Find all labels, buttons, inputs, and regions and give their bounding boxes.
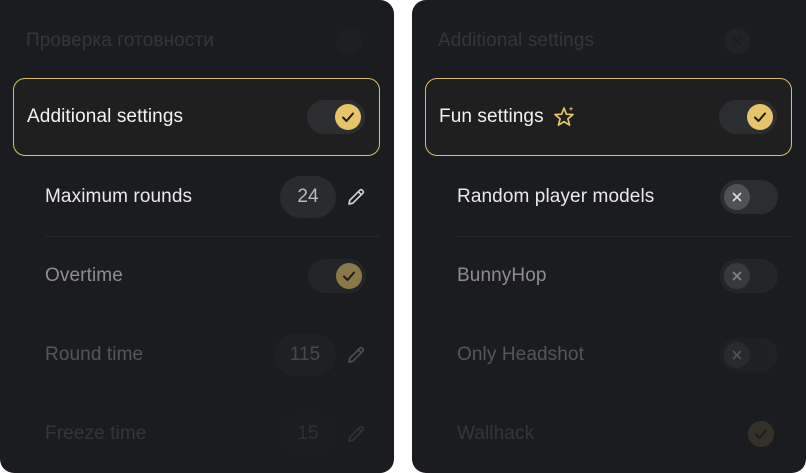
only-headshot-label: Only Headshot xyxy=(457,344,584,365)
left-settings-panel: Проверка готовности Additional settings … xyxy=(0,0,394,473)
overtime-label: Overtime xyxy=(45,265,123,286)
wallhack-row: Wallhack xyxy=(425,395,792,473)
additional-settings-faded-toggle[interactable] xyxy=(720,24,778,58)
only-headshot-row: Only Headshot xyxy=(425,316,792,394)
wallhack-label: Wallhack xyxy=(457,423,535,444)
close-icon xyxy=(724,342,750,368)
only-headshot-toggle[interactable] xyxy=(720,338,778,372)
sparkle-star-icon xyxy=(552,105,576,129)
additional-settings-toggle[interactable] xyxy=(307,100,365,134)
freeze-time-value[interactable]: 15 xyxy=(280,413,336,455)
freeze-time-label: Freeze time xyxy=(45,423,147,444)
maximum-rounds-label: Maximum rounds xyxy=(45,186,193,207)
additional-settings-row[interactable]: Additional settings xyxy=(13,78,380,156)
round-time-label: Round time xyxy=(45,344,144,365)
random-player-models-row: Random player models xyxy=(425,158,792,236)
check-icon xyxy=(747,104,773,130)
additional-settings-faded-row[interactable]: Additional settings xyxy=(425,2,792,80)
check-icon xyxy=(748,421,774,447)
overtime-toggle[interactable] xyxy=(308,259,366,293)
right-settings-panel: Additional settings Fun settings Random … xyxy=(412,0,806,473)
bunnyhop-row: BunnyHop xyxy=(425,237,792,315)
fun-settings-label: Fun settings xyxy=(439,106,544,127)
round-time-row: Round time 115 xyxy=(13,316,380,394)
bunnyhop-toggle[interactable] xyxy=(720,259,778,293)
random-player-models-toggle[interactable] xyxy=(720,180,778,214)
check-icon xyxy=(336,263,362,289)
round-time-value[interactable]: 115 xyxy=(274,334,336,376)
additional-settings-faded-label: Additional settings xyxy=(438,30,595,51)
maximum-rounds-value[interactable]: 24 xyxy=(280,176,336,218)
pencil-icon[interactable] xyxy=(344,422,368,446)
close-icon xyxy=(724,28,750,54)
bunnyhop-label: BunnyHop xyxy=(457,265,547,286)
readiness-check-label: Проверка готовности xyxy=(26,30,214,51)
additional-settings-label: Additional settings xyxy=(27,106,184,127)
random-player-models-label: Random player models xyxy=(457,186,655,207)
readiness-check-toggle[interactable] xyxy=(308,24,366,58)
freeze-time-row: Freeze time 15 xyxy=(13,395,380,473)
fun-settings-row[interactable]: Fun settings xyxy=(425,78,792,156)
check-icon xyxy=(336,28,362,54)
pencil-icon[interactable] xyxy=(344,343,368,367)
close-icon xyxy=(724,184,750,210)
pencil-icon[interactable] xyxy=(344,185,368,209)
readiness-check-row[interactable]: Проверка готовности xyxy=(13,2,380,80)
close-icon xyxy=(724,263,750,289)
overtime-row: Overtime xyxy=(13,237,380,315)
fun-settings-toggle[interactable] xyxy=(719,100,777,134)
maximum-rounds-row: Maximum rounds 24 xyxy=(13,158,380,236)
check-icon xyxy=(335,104,361,130)
wallhack-toggle[interactable] xyxy=(720,417,778,451)
